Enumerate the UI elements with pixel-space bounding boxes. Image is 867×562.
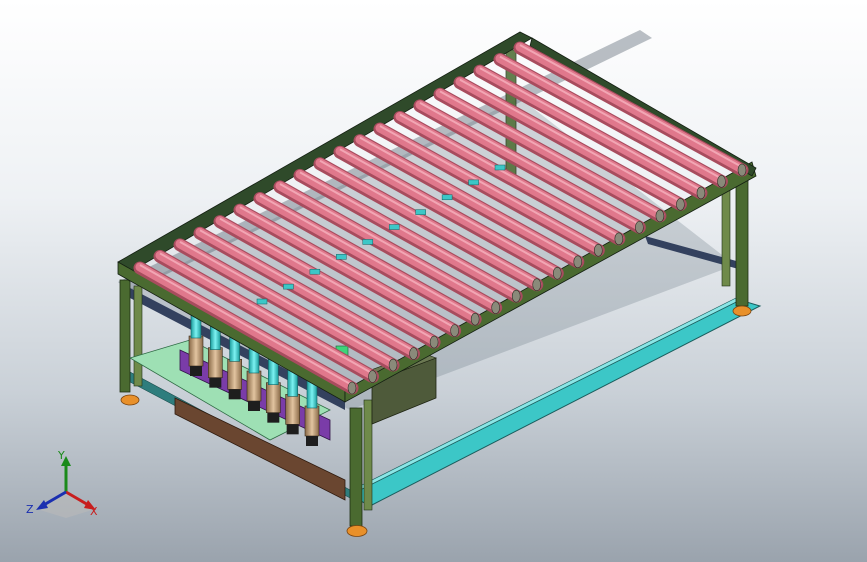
cylinder-base bbox=[190, 366, 202, 376]
axis-triad: Y Z X bbox=[26, 448, 106, 524]
cylinder-body bbox=[266, 382, 281, 413]
cylinder-body bbox=[208, 347, 223, 378]
roller-end-cap bbox=[388, 358, 398, 372]
roller-end-cap bbox=[696, 186, 706, 200]
roller-end-cap bbox=[470, 312, 480, 326]
roller-end-cap bbox=[635, 221, 644, 234]
cylinder-base bbox=[228, 389, 241, 400]
cylinder-base bbox=[248, 401, 260, 411]
roller-end-cap bbox=[717, 175, 726, 188]
roller-clip bbox=[336, 254, 347, 260]
cylinder-base bbox=[306, 436, 318, 446]
cylinder-base bbox=[209, 377, 222, 388]
roller-end-cap bbox=[655, 209, 665, 223]
roller-end-cap bbox=[573, 255, 583, 269]
roller-end-cap bbox=[552, 266, 562, 280]
roller-end-cap bbox=[450, 324, 459, 337]
roller-clip bbox=[309, 268, 321, 275]
roller-end-cap bbox=[409, 347, 418, 360]
cylinder-body bbox=[285, 394, 300, 425]
roller-clip bbox=[468, 179, 479, 186]
roller-end-cap bbox=[429, 335, 439, 349]
roller-end-cap bbox=[614, 232, 624, 246]
cylinder-base bbox=[286, 424, 299, 435]
roller-clip bbox=[362, 239, 374, 245]
cad-viewport[interactable]: Y Z X bbox=[0, 0, 867, 562]
roller-end-cap bbox=[594, 244, 603, 257]
roller-end-cap bbox=[737, 163, 747, 177]
cylinder-base bbox=[267, 412, 280, 423]
roller-end-cap bbox=[676, 198, 685, 211]
conveyor-model[interactable] bbox=[0, 0, 867, 562]
cylinder-body bbox=[304, 405, 320, 437]
cylinder-body bbox=[227, 359, 242, 390]
roller-end-cap bbox=[532, 278, 542, 292]
roller-end-cap bbox=[347, 381, 357, 395]
cylinder-body bbox=[246, 370, 262, 402]
roller-end-cap bbox=[511, 289, 521, 303]
roller-end-cap bbox=[491, 301, 500, 314]
roller-end-cap bbox=[368, 370, 377, 383]
roller-clip bbox=[494, 164, 506, 171]
roller-clip bbox=[388, 224, 400, 230]
roller-clip bbox=[415, 209, 426, 215]
roller-clip bbox=[283, 283, 294, 290]
roller-clip bbox=[256, 298, 268, 305]
y-axis-label: Y bbox=[58, 449, 65, 462]
cylinder-body bbox=[188, 335, 204, 367]
z-axis-label: Z bbox=[26, 503, 34, 516]
roller-clip bbox=[441, 194, 453, 201]
x-axis-label: X bbox=[90, 505, 98, 518]
